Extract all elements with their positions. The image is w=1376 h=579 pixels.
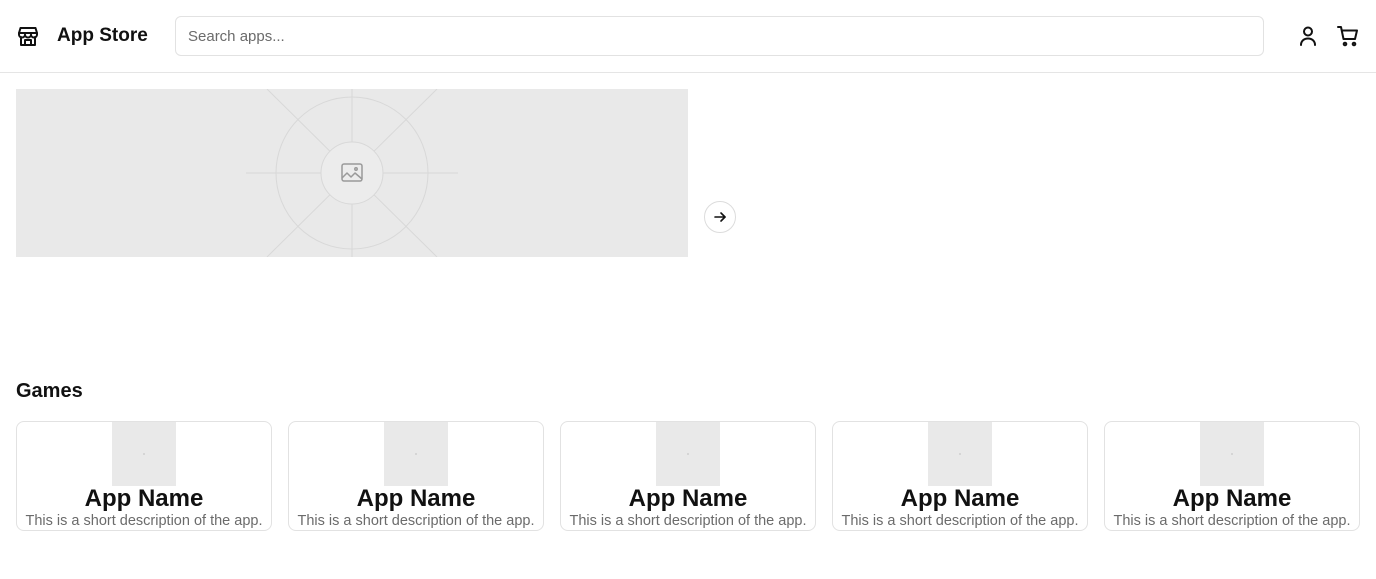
- app-name: App Name: [628, 485, 748, 512]
- app-card[interactable]: App Name This is a short description of …: [16, 421, 272, 531]
- app-card[interactable]: App Name This is a short description of …: [560, 421, 816, 531]
- app-title[interactable]: App Store: [57, 25, 148, 47]
- featured-banner[interactable]: [16, 89, 688, 257]
- games-app-list: App Name This is a short description of …: [16, 421, 1360, 531]
- app-name: App Name: [900, 485, 1020, 512]
- app-description: This is a short description of the app.: [569, 513, 807, 529]
- app-description: This is a short description of the app.: [297, 513, 535, 529]
- cart-icon[interactable]: [1336, 24, 1360, 48]
- user-icon[interactable]: [1296, 24, 1320, 48]
- app-description: This is a short description of the app.: [1113, 513, 1351, 529]
- arrow-right-icon: [714, 212, 726, 222]
- search-box[interactable]: [175, 16, 1264, 56]
- app-thumbnail: [112, 422, 176, 486]
- app-name: App Name: [356, 485, 476, 512]
- app-description: This is a short description of the app.: [25, 513, 263, 529]
- top-header: App Store: [0, 0, 1376, 73]
- app-thumbnail: [656, 422, 720, 486]
- app-card[interactable]: App Name This is a short description of …: [832, 421, 1088, 531]
- app-card[interactable]: App Name This is a short description of …: [288, 421, 544, 531]
- app-name: App Name: [84, 485, 204, 512]
- section-title-games: Games: [16, 380, 83, 402]
- image-placeholder-graphic: [246, 89, 458, 257]
- carousel-next-button[interactable]: [704, 201, 736, 233]
- app-thumbnail: [928, 422, 992, 486]
- store-icon[interactable]: [16, 24, 40, 48]
- app-card[interactable]: App Name This is a short description of …: [1104, 421, 1360, 531]
- app-thumbnail: [1200, 422, 1264, 486]
- app-name: App Name: [1172, 485, 1292, 512]
- app-thumbnail: [384, 422, 448, 486]
- app-description: This is a short description of the app.: [841, 513, 1079, 529]
- search-input[interactable]: [176, 17, 1263, 55]
